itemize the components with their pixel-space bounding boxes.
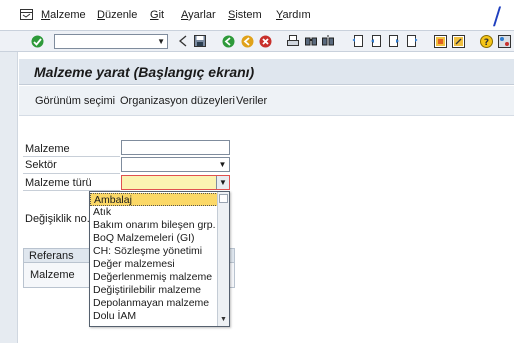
left-gutter <box>0 52 18 343</box>
divider <box>23 156 120 157</box>
page-title: Malzeme yarat (Başlangıç ekranı) <box>34 64 255 80</box>
shortcut-icon[interactable] <box>451 34 465 48</box>
back-arrow-icon[interactable] <box>176 34 190 48</box>
menu-git[interactable]: Git <box>150 9 164 21</box>
org-levels-button[interactable]: Organizasyon düzeyleri <box>120 95 235 107</box>
help-icon[interactable]: ? <box>479 34 493 48</box>
svg-text:?: ? <box>483 38 488 48</box>
find-icon[interactable] <box>304 34 318 48</box>
chevron-down-icon[interactable]: ▼ <box>157 37 165 46</box>
dropdown-option[interactable]: Değerlenmemiş malzeme <box>90 271 218 284</box>
dropdown-scrollbar[interactable]: ▼ <box>217 192 229 326</box>
exit-icon[interactable] <box>240 34 254 48</box>
app-menu-icon[interactable] <box>20 9 33 20</box>
change-number-label: Değişiklik no. <box>25 213 90 225</box>
access-key: G <box>150 9 159 21</box>
scrollbar-thumb[interactable] <box>219 194 228 203</box>
title-bar: Malzeme yarat (Başlangıç ekranı) <box>19 59 514 85</box>
scroll-down-icon[interactable]: ▼ <box>218 314 229 325</box>
menu-label: Düzenle <box>97 9 138 21</box>
menu-label: Sistem <box>228 9 262 21</box>
menu-sistem[interactable]: Sistem <box>228 9 262 21</box>
first-page-icon[interactable] <box>351 34 365 48</box>
material-type-label: Malzeme türü <box>25 177 92 189</box>
sector-select[interactable]: ▼ <box>121 157 230 172</box>
access-key: D <box>97 9 105 21</box>
access-key: S <box>228 9 236 21</box>
corner-mark: / <box>493 2 502 30</box>
menu-label: Ayarlar <box>181 9 216 21</box>
next-page-icon[interactable] <box>387 34 401 48</box>
back-icon[interactable] <box>221 34 235 48</box>
application-toolbar: Görünüm seçimi Organizasyon düzeyleri Ve… <box>19 86 514 116</box>
last-page-icon[interactable] <box>405 34 419 48</box>
reference-title: Referans <box>29 250 74 262</box>
material-type-dropdown[interactable]: Ambalaj Atık Bakım onarım bileşen grp. B… <box>89 191 230 327</box>
save-icon[interactable] <box>193 34 207 48</box>
cancel-icon[interactable] <box>258 34 272 48</box>
dropdown-option[interactable]: Bakım onarım bileşen grp. <box>90 219 218 232</box>
dropdown-option[interactable]: Dolu İAM <box>90 310 218 323</box>
chevron-down-icon[interactable]: ▼ <box>216 176 229 189</box>
print-icon[interactable] <box>286 34 300 48</box>
menu-malzeme[interactable]: Malzeme <box>41 9 86 21</box>
divider <box>23 173 120 174</box>
access-key: Y <box>276 9 283 21</box>
previous-page-icon[interactable] <box>369 34 383 48</box>
reference-material-label: Malzeme <box>30 269 75 281</box>
chevron-down-icon[interactable]: ▼ <box>216 158 229 171</box>
menu-bar: Malzeme Düzenle Git Ayarlar Sistem Yardı… <box>0 0 514 30</box>
menu-label: Git <box>150 9 165 21</box>
sector-label: Sektör <box>25 159 57 171</box>
view-selection-button[interactable]: Görünüm seçimi <box>35 95 115 107</box>
menu-label: Malzeme <box>41 9 86 21</box>
command-field[interactable]: ▼ <box>54 34 168 49</box>
menu-label: Yardım <box>276 9 311 21</box>
menu-ayarlar[interactable]: Ayarlar <box>181 9 216 21</box>
dropdown-option[interactable]: Değer malzemesi <box>90 258 218 271</box>
check-icon[interactable] <box>30 34 44 48</box>
menu-duzenle[interactable]: Düzenle <box>97 9 137 21</box>
material-input[interactable] <box>121 140 230 155</box>
dropdown-option[interactable]: Değiştirilebilir malzeme <box>90 284 218 297</box>
create-session-icon[interactable] <box>433 34 447 48</box>
material-label: Malzeme <box>25 143 70 155</box>
customize-icon[interactable] <box>497 34 511 48</box>
find-next-icon[interactable] <box>321 34 335 48</box>
dropdown-option[interactable]: Ambalaj <box>90 193 218 206</box>
dropdown-option[interactable]: Depolanmayan malzeme <box>90 297 218 310</box>
dropdown-option[interactable]: Atık <box>90 206 218 219</box>
access-key: M <box>41 9 51 21</box>
menu-yardim[interactable]: Yardım <box>276 9 311 21</box>
dropdown-option[interactable]: CH: Sözleşme yönetimi <box>90 245 218 258</box>
access-key: A <box>181 9 189 21</box>
standard-toolbar: ▼ ? <box>0 30 514 52</box>
data-button[interactable]: Veriler <box>236 95 267 107</box>
dropdown-option[interactable]: BoQ Malzemeleri (GI) <box>90 232 218 245</box>
material-type-select[interactable]: ▼ <box>121 175 230 190</box>
